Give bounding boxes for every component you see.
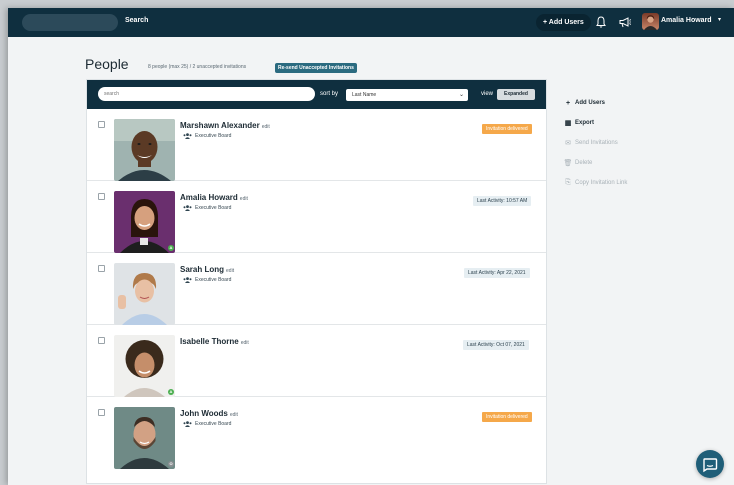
row-checkbox[interactable] bbox=[98, 409, 105, 416]
person-photo[interactable] bbox=[114, 335, 175, 397]
edit-link[interactable]: edit bbox=[241, 340, 249, 346]
trash-icon: 🗑 bbox=[563, 160, 573, 167]
side-add-users-button[interactable]: + Add Users bbox=[563, 93, 627, 113]
group-name: Executive Board bbox=[195, 133, 232, 139]
people-count-summary: 8 people (max 25) / 2 unaccepted invitat… bbox=[148, 64, 247, 70]
person-photo[interactable] bbox=[114, 191, 175, 253]
group-icon bbox=[183, 133, 192, 139]
person-photo[interactable] bbox=[114, 119, 175, 181]
person-photo[interactable] bbox=[114, 263, 175, 325]
add-users-header-button[interactable]: + Add Users bbox=[536, 14, 591, 31]
chevron-down-icon[interactable]: ▾ bbox=[718, 16, 721, 23]
filter-bar: sort by Last Name ⌄ view Expanded bbox=[87, 80, 546, 109]
envelope-icon: ✉ bbox=[565, 140, 571, 147]
person-name-link[interactable]: Isabelle Thorne edit bbox=[180, 337, 249, 346]
view-mode-button[interactable]: Expanded bbox=[497, 89, 535, 100]
side-actions-menu: + Add Users ▦ Export ✉ Send Invitations … bbox=[563, 93, 628, 193]
row-checkbox[interactable] bbox=[98, 193, 105, 200]
sort-select[interactable]: Last Name ⌄ bbox=[346, 89, 468, 101]
edit-link[interactable]: edit bbox=[230, 412, 238, 418]
person-name-link[interactable]: Marshawn Alexander edit bbox=[180, 121, 270, 130]
status-badge: Invitation delivered bbox=[482, 412, 532, 422]
status-badge: Last Activity: Oct 07, 2021 bbox=[463, 340, 529, 350]
edit-link[interactable]: edit bbox=[262, 124, 270, 130]
person-row: Sarah Long edit Executive Board Last Acti… bbox=[87, 253, 546, 325]
status-badge: Last Activity: 10:57 AM bbox=[473, 196, 532, 206]
group-name: Executive Board bbox=[195, 205, 232, 211]
status-dot-badge: A bbox=[168, 245, 174, 251]
side-delete-button[interactable]: 🗑 Delete bbox=[563, 153, 627, 173]
person-row: O John Woods edit Executive Board Invitat… bbox=[87, 397, 546, 469]
plus-icon: + bbox=[565, 99, 571, 107]
people-panel: sort by Last Name ⌄ view Expanded bbox=[86, 79, 547, 484]
person-photo[interactable] bbox=[114, 407, 175, 469]
page-title: People bbox=[85, 56, 129, 72]
side-export-button[interactable]: ▦ Export bbox=[563, 113, 627, 133]
table-icon: ▦ bbox=[564, 120, 572, 127]
status-dot-badge: A bbox=[168, 389, 174, 395]
chat-icon bbox=[703, 458, 718, 473]
group-name: Executive Board bbox=[195, 421, 232, 427]
chat-launcher-button[interactable] bbox=[696, 450, 724, 478]
status-badge: Last Activity: Apr 22, 2021 bbox=[464, 268, 530, 278]
bell-icon[interactable] bbox=[594, 15, 608, 29]
copy-icon: ⎘ bbox=[565, 179, 571, 186]
group-icon bbox=[183, 205, 192, 211]
megaphone-icon[interactable] bbox=[618, 15, 632, 29]
person-row: Marshawn Alexander edit Executive Board I… bbox=[87, 109, 546, 181]
user-avatar[interactable] bbox=[642, 13, 659, 30]
app-window: Search + Add Users Amalia Howard ▾ Peopl… bbox=[8, 8, 734, 485]
side-copy-invitation-link-button[interactable]: ⎘ Copy Invitation Link bbox=[563, 173, 627, 193]
global-search-label[interactable]: Search bbox=[125, 17, 148, 24]
person-name-link[interactable]: John Woods edit bbox=[180, 409, 238, 418]
resend-invitations-button[interactable]: Re-send Unaccepted Invitations bbox=[275, 63, 357, 73]
edit-link[interactable]: edit bbox=[226, 268, 234, 274]
row-checkbox[interactable] bbox=[98, 265, 105, 272]
group-icon bbox=[183, 421, 192, 427]
status-badge: Invitation delivered bbox=[482, 124, 532, 134]
view-label: view bbox=[481, 91, 494, 97]
top-navigation-bar: Search + Add Users Amalia Howard ▾ bbox=[8, 8, 734, 37]
user-name-menu[interactable]: Amalia Howard bbox=[661, 17, 712, 24]
side-send-invitations-button[interactable]: ✉ Send Invitations bbox=[563, 133, 627, 153]
row-checkbox[interactable] bbox=[98, 337, 105, 344]
person-name-link[interactable]: Sarah Long edit bbox=[180, 265, 234, 274]
row-checkbox[interactable] bbox=[98, 121, 105, 128]
group-name: Executive Board bbox=[195, 277, 232, 283]
chevron-down-icon: ⌄ bbox=[458, 92, 464, 98]
people-search-input[interactable] bbox=[98, 87, 315, 101]
group-icon bbox=[183, 277, 192, 283]
person-name-link[interactable]: Amalia Howard edit bbox=[180, 193, 248, 202]
edit-link[interactable]: edit bbox=[240, 196, 248, 202]
status-dot-badge: O bbox=[168, 461, 174, 467]
sort-by-label: sort by bbox=[320, 91, 339, 97]
sort-select-value: Last Name bbox=[352, 92, 377, 98]
person-row: A Amalia Howard edit Executive Board Last… bbox=[87, 181, 546, 253]
global-search-input[interactable] bbox=[22, 14, 118, 31]
person-row: A Isabelle Thorne edit Last Activity: Oct… bbox=[87, 325, 546, 397]
